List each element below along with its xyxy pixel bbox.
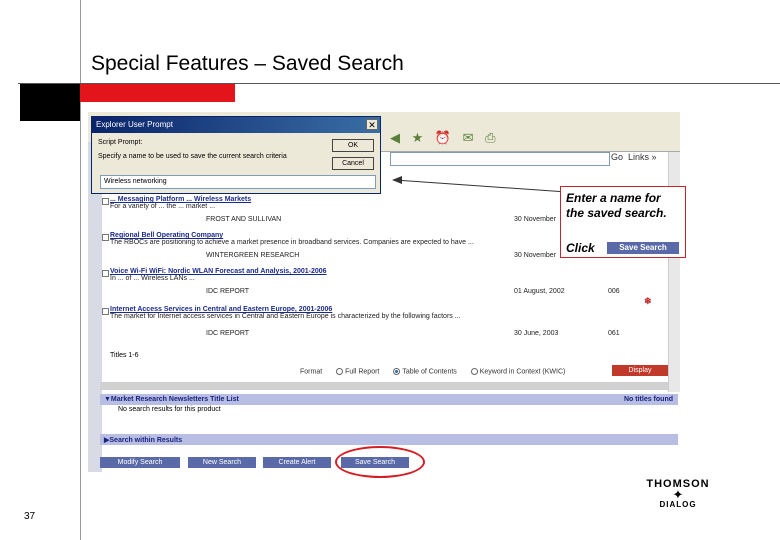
result-date: 30 November	[514, 216, 557, 223]
titles-count: Titles 1-6	[110, 352, 139, 359]
callout-box: Enter a name for the saved search. Click…	[560, 186, 686, 258]
highlight-ellipse	[335, 446, 425, 478]
result-checkbox[interactable]	[102, 308, 109, 315]
close-icon[interactable]: ✕	[366, 119, 378, 130]
accent-bar-black	[20, 84, 80, 121]
result-snippet: In ... of ... Wireless LANs ...	[110, 275, 195, 282]
option-kwic: Keyword in Context (KWIC)	[479, 368, 566, 376]
cancel-button[interactable]: Cancel	[332, 157, 374, 170]
result-snippet: The market for Internet access services …	[110, 313, 461, 320]
result-checkbox[interactable]	[102, 198, 109, 205]
links-button[interactable]: Links »	[628, 152, 657, 162]
result-row: Internet Access Services in Central and …	[110, 306, 650, 320]
result-publisher: IDC REPORT	[206, 330, 250, 337]
result-publisher: IDC REPORT	[206, 288, 250, 295]
result-date: 01 August, 2002	[514, 288, 565, 295]
go-links[interactable]: Go Links »	[611, 152, 657, 162]
script-prompt-label: Script Prompt:	[98, 139, 143, 146]
slide-title: Special Features – Saved Search	[91, 52, 404, 75]
dialog-title-bar: Explorer User Prompt ✕	[92, 117, 380, 133]
dialog-instruction: Specify a name to be used to save the cu…	[98, 153, 287, 160]
page-number: 37	[24, 511, 36, 522]
vertical-divider	[80, 0, 81, 540]
ok-button[interactable]: OK	[332, 139, 374, 152]
address-bar[interactable]	[390, 152, 610, 166]
go-button[interactable]: Go	[611, 152, 623, 162]
result-date: 30 November	[514, 252, 557, 259]
toolbar-icons[interactable]: ◀ ★ ⏰ ✉ ⎙	[390, 130, 500, 146]
screenshot-region: ◀ ★ ⏰ ✉ ⎙ Go Links » Explorer User Promp…	[88, 112, 680, 477]
no-results-text: No search results for this product	[118, 406, 221, 413]
result-title[interactable]: Voice Wi-Fi WiFi: Nordic WLAN Forecast a…	[110, 268, 650, 275]
no-titles-found: No titles found	[624, 396, 673, 403]
format-label: Format	[300, 368, 323, 376]
option-table-of-contents: Table of Contents	[402, 368, 457, 376]
format-options: Format Full Report Table of Contents Key…	[300, 368, 565, 375]
radio-table-of-contents[interactable]	[393, 368, 401, 375]
thomson-dialog-logo: THOMSON ✦ DIALOG	[630, 478, 726, 509]
result-title[interactable]: Internet Access Services in Central and …	[110, 306, 650, 313]
search-name-input[interactable]: Wireless networking	[100, 175, 376, 189]
star-icon: ✦	[672, 487, 684, 502]
callout-text: Enter a name for the saved search.	[566, 191, 667, 221]
arrow-icon	[392, 176, 402, 184]
result-pages: 061	[608, 330, 620, 337]
modify-search-button[interactable]: Modify Search	[100, 457, 180, 468]
result-pages: 006	[608, 288, 620, 295]
callout-line-1: Enter a name for	[566, 191, 661, 205]
result-row: Voice Wi-Fi WiFi: Nordic WLAN Forecast a…	[110, 268, 650, 282]
display-button[interactable]: Display	[612, 365, 668, 376]
logo-bottom: DIALOG	[659, 500, 697, 509]
newsletters-header[interactable]: ▼Market Research Newsletters Title List	[100, 394, 678, 405]
create-alert-button[interactable]: Create Alert	[263, 457, 331, 468]
divider	[100, 382, 668, 390]
callout-line-2: the saved search.	[566, 206, 667, 220]
callout-save-search-button: Save Search	[607, 242, 679, 254]
explorer-prompt-dialog: Explorer User Prompt ✕ Script Prompt: Sp…	[91, 116, 381, 194]
option-full-report: Full Report	[345, 368, 380, 376]
new-search-button[interactable]: New Search	[188, 457, 256, 468]
radio-kwic[interactable]	[470, 368, 478, 375]
result-checkbox[interactable]	[102, 270, 109, 277]
search-within-header[interactable]: ▶Search within Results	[100, 434, 678, 445]
result-publisher: FROST AND SULLIVAN	[206, 216, 282, 223]
radio-full-report[interactable]	[336, 368, 344, 375]
dialog-title: Explorer User Prompt	[96, 120, 173, 129]
callout-click: Click	[566, 241, 595, 255]
result-publisher: WINTERGREEN RESEARCH	[206, 252, 300, 259]
result-checkbox[interactable]	[102, 234, 109, 241]
result-date: 30 June, 2003	[514, 330, 559, 337]
